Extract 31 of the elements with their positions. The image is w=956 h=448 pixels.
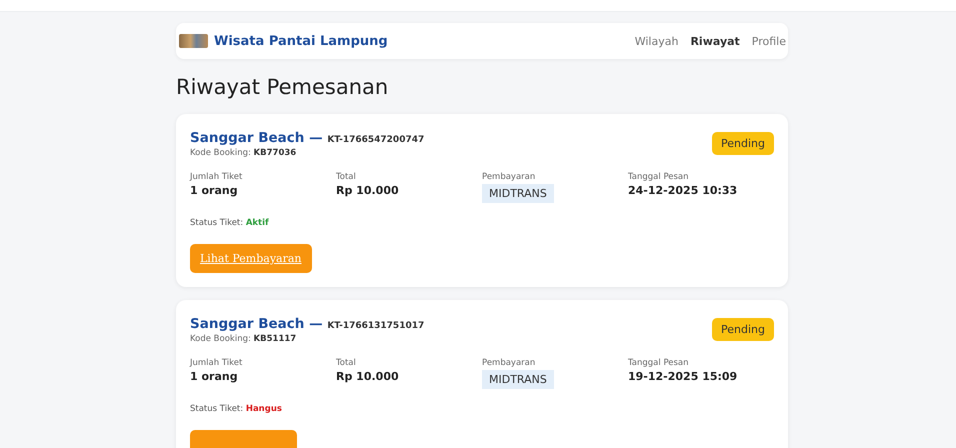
- booking-title: Sanggar Beach — KT-1766547200747: [190, 130, 424, 146]
- field-value: 1 orang: [190, 184, 239, 197]
- field-label: Jumlah Tiket: [190, 358, 244, 368]
- field-value: 1 orang: [190, 370, 239, 383]
- status-badge: Pending: [712, 318, 774, 341]
- field-value: Rp 10.000: [336, 370, 400, 383]
- field-label: Pembayaran: [482, 172, 536, 182]
- ticket-status: Status Tiket: Hangus: [190, 404, 283, 414]
- page-title: Riwayat Pemesanan: [176, 75, 390, 99]
- booking-code: Kode Booking: KB51117: [190, 334, 298, 344]
- status-badge: Pending: [712, 132, 774, 155]
- payment-method-tag: MIDTRANS: [482, 370, 554, 389]
- field-label: Tanggal Pesan: [628, 358, 690, 368]
- view-payment-button[interactable]: Lihat Pembayaran: [190, 244, 312, 273]
- field-label: Total: [336, 358, 357, 368]
- brand-link[interactable]: Wisata Pantai Lampung: [179, 34, 388, 48]
- booking-title: Sanggar Beach — KT-1766131751017: [190, 316, 424, 332]
- payment-method-tag: MIDTRANS: [482, 184, 554, 203]
- field-value: Rp 10.000: [336, 184, 400, 197]
- booking-code: Kode Booking: KB77036: [190, 148, 298, 158]
- nav-link[interactable]: Profile: [752, 34, 786, 48]
- photo-placeholder: [179, 34, 208, 48]
- field-label: Jumlah Tiket: [190, 172, 244, 182]
- field-value: 24-12-2025 10:33: [628, 184, 738, 197]
- nav-link[interactable]: Riwayat: [690, 34, 740, 48]
- ticket-status: Status Tiket: Aktif: [190, 218, 270, 228]
- field-label: Total: [336, 172, 357, 182]
- nav-link[interactable]: Wilayah: [634, 34, 678, 48]
- field-label: Pembayaran: [482, 358, 536, 368]
- field-value: 19-12-2025 15:09: [628, 370, 738, 383]
- field-label: Tanggal Pesan: [628, 172, 690, 182]
